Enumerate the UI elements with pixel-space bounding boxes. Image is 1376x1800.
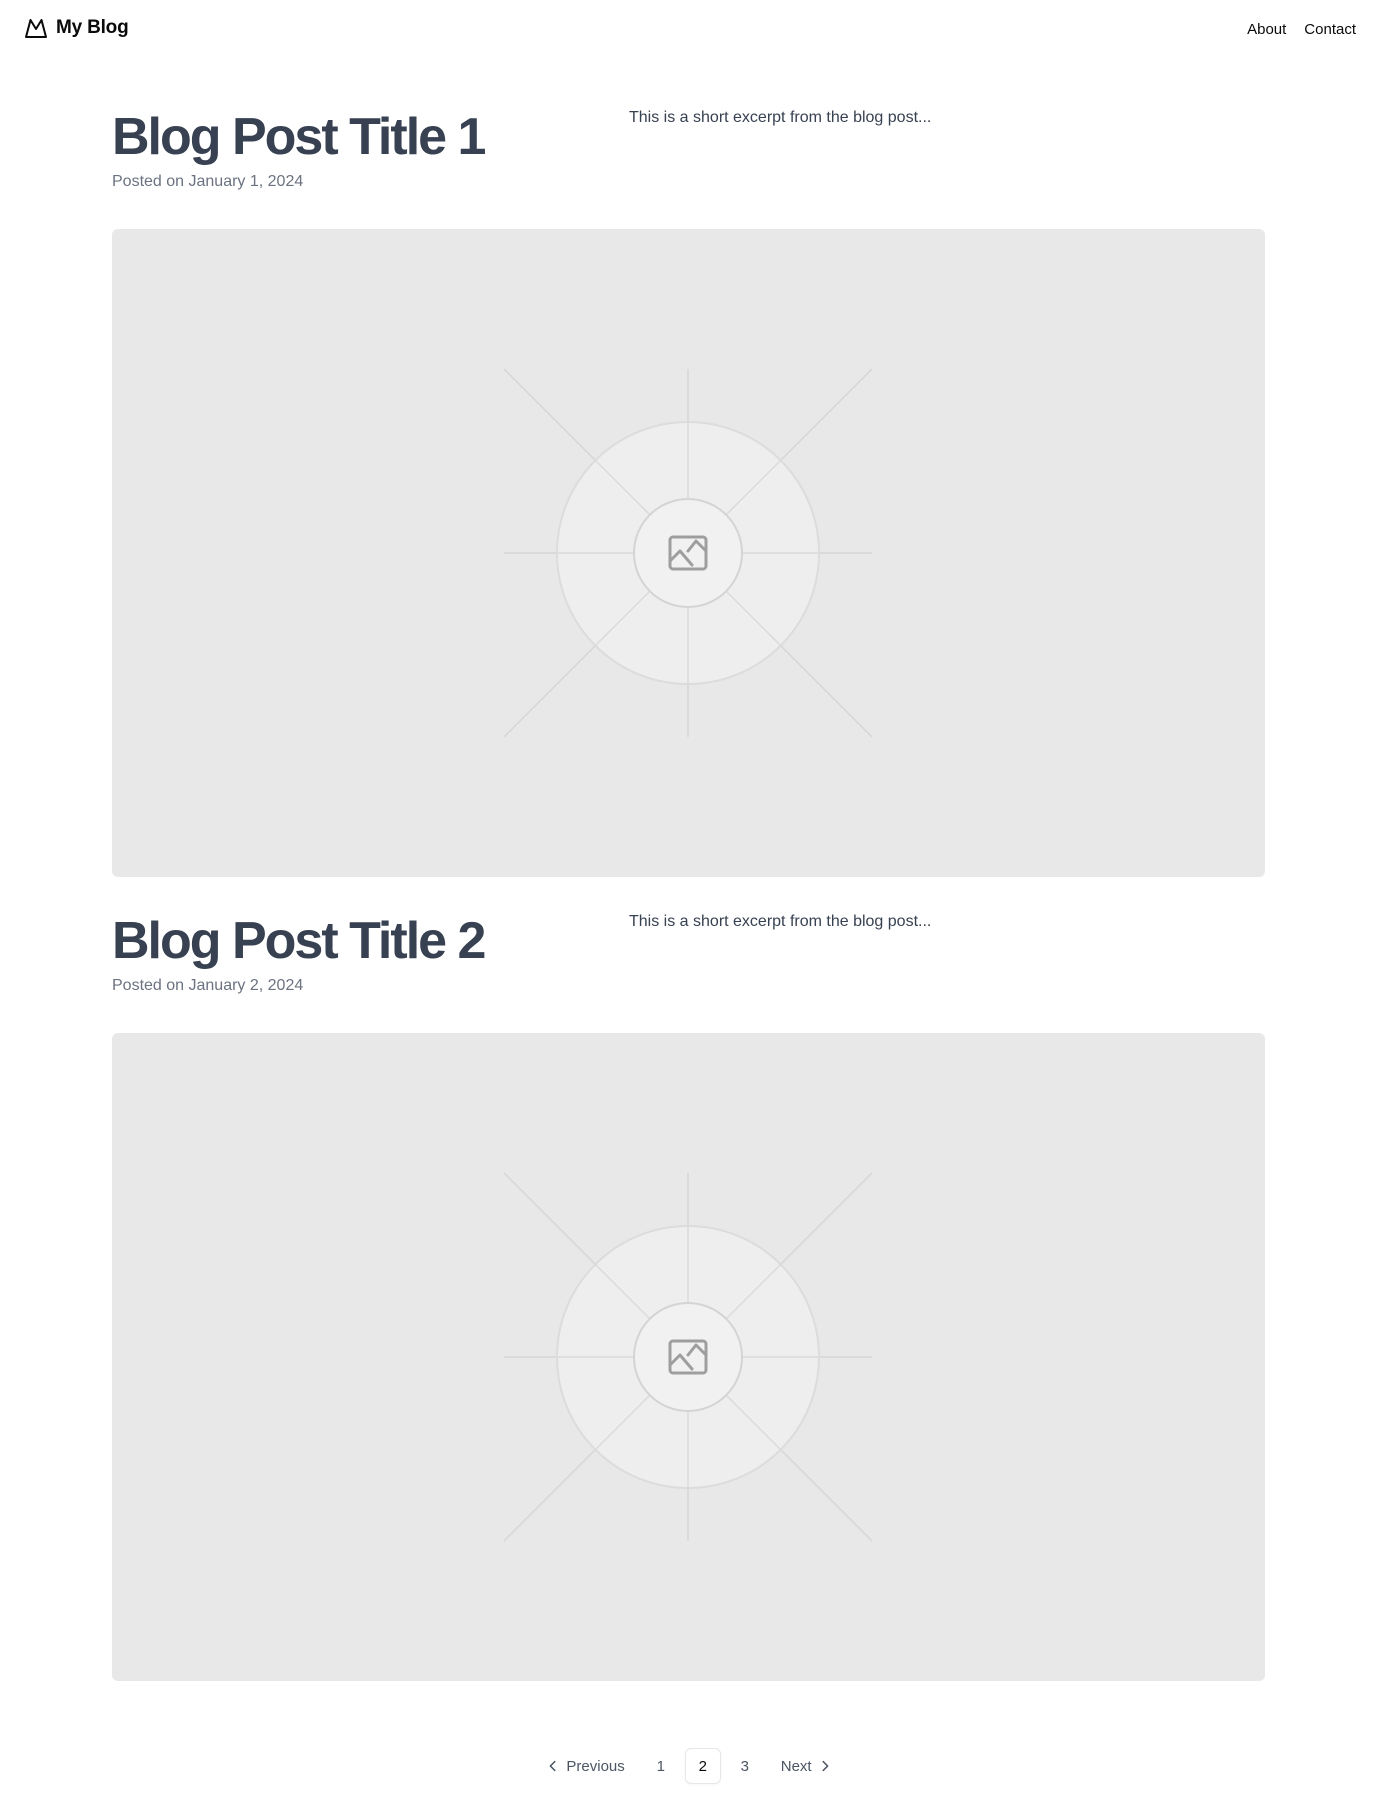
main-nav: About Contact bbox=[1247, 21, 1356, 38]
site-header: My Blog About Contact bbox=[0, 0, 1376, 62]
brand-link[interactable]: My Blog bbox=[24, 16, 129, 40]
brand-name: My Blog bbox=[56, 17, 129, 38]
image-placeholder-icon bbox=[503, 368, 873, 738]
mountain-logo-icon bbox=[24, 16, 48, 40]
chevron-right-icon bbox=[818, 1759, 832, 1773]
page-number-2-current[interactable]: 2 bbox=[684, 1748, 721, 1784]
previous-page-button[interactable]: Previous bbox=[534, 1748, 636, 1784]
page-number-1[interactable]: 1 bbox=[643, 1748, 679, 1784]
post-title[interactable]: Blog Post Title 2 bbox=[112, 909, 486, 973]
post-date: Posted on January 1, 2024 bbox=[112, 173, 304, 190]
previous-label: Previous bbox=[566, 1757, 625, 1775]
image-placeholder-icon bbox=[503, 1172, 873, 1542]
post-title[interactable]: Blog Post Title 1 bbox=[112, 105, 486, 169]
next-label: Next bbox=[780, 1757, 812, 1775]
next-page-button[interactable]: Next bbox=[769, 1748, 844, 1784]
post-image-placeholder[interactable] bbox=[112, 1033, 1265, 1681]
post-excerpt: This is a short excerpt from the blog po… bbox=[629, 109, 932, 126]
page-number-3[interactable]: 3 bbox=[727, 1748, 763, 1784]
post-excerpt: This is a short excerpt from the blog po… bbox=[629, 913, 932, 930]
post-date: Posted on January 2, 2024 bbox=[112, 977, 304, 994]
nav-link-contact[interactable]: Contact bbox=[1304, 21, 1356, 38]
nav-link-about[interactable]: About bbox=[1247, 21, 1286, 38]
chevron-left-icon bbox=[546, 1759, 560, 1773]
pagination: Previous 1 2 3 Next bbox=[0, 1748, 1376, 1784]
post-image-placeholder[interactable] bbox=[112, 229, 1265, 877]
